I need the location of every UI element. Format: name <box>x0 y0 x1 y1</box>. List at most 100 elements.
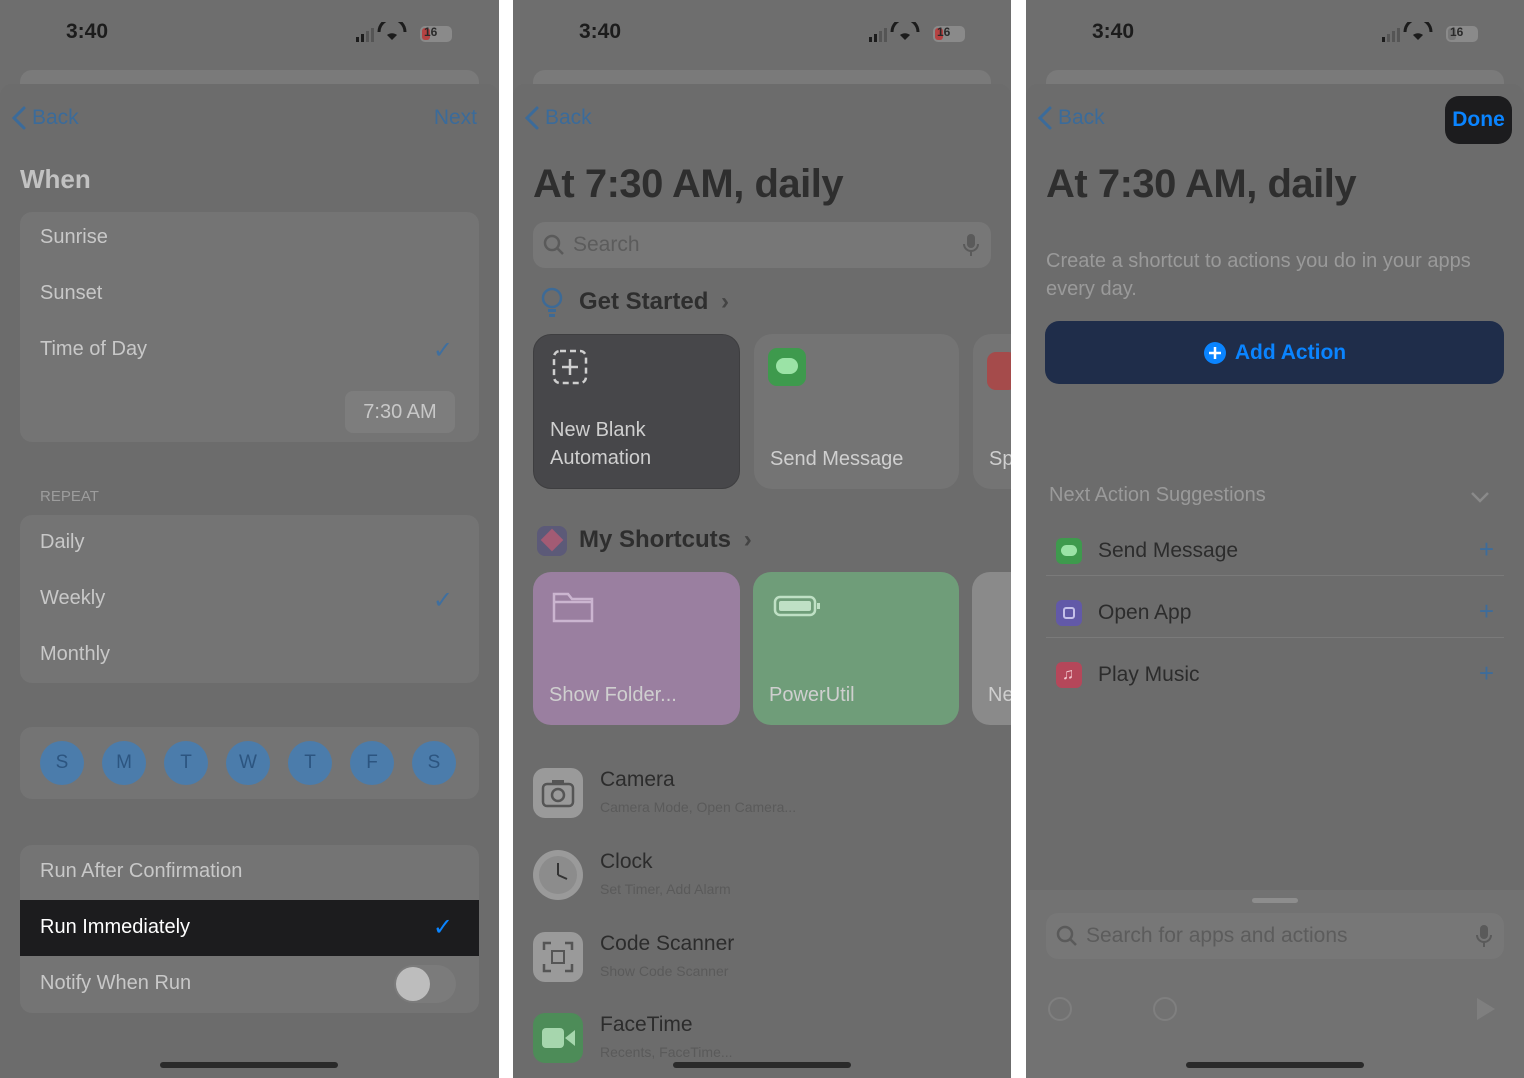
day-thursday[interactable]: T <box>288 741 332 785</box>
status-time: 3:40 <box>579 20 622 43</box>
next-shortcut-card[interactable]: Ne <box>972 572 1011 725</box>
section-title: When <box>20 164 91 194</box>
my-shortcuts-header[interactable]: My Shortcuts › <box>579 526 752 554</box>
plus-icon[interactable]: + <box>1479 658 1494 689</box>
status-icons <box>1382 22 1478 42</box>
battery-level: 16 <box>937 25 951 39</box>
back-label: Back <box>32 106 79 129</box>
suggestion-label: Send Message <box>1098 539 1239 562</box>
day-saturday[interactable]: S <box>412 741 456 785</box>
option-sunset[interactable]: Sunset <box>40 282 102 305</box>
app-clock[interactable]: Clock <box>600 850 653 874</box>
plus-icon[interactable]: + <box>1479 534 1494 565</box>
app-camera[interactable]: Camera <box>600 768 675 792</box>
description: Create a shortcut to actions you do in y… <box>1046 250 1471 300</box>
powerutil-shortcut[interactable]: PowerUtil <box>753 572 959 725</box>
facetime-icon <box>533 1013 583 1063</box>
home-indicator <box>673 1062 851 1068</box>
run-immediately[interactable]: Run Immediately <box>40 916 190 939</box>
card-label: Sp <box>989 448 1011 470</box>
run-after-confirmation[interactable]: Run After Confirmation <box>40 860 242 883</box>
status-icons <box>356 22 452 42</box>
automation-when-screen: 3:40 16 Back Next When Sunrise Sunset Ti… <box>0 0 499 1078</box>
speaker-icon <box>987 352 1011 390</box>
checkmark-icon: ✓ <box>432 914 453 941</box>
time-picker[interactable]: 7:30 AM <box>345 391 455 433</box>
app-facetime[interactable]: FaceTime <box>600 1013 693 1037</box>
back-button[interactable]: Back <box>525 106 592 130</box>
card-label: Ne <box>988 684 1011 706</box>
back-label: Back <box>545 106 592 129</box>
add-action-label: Add Action <box>1234 340 1347 364</box>
card-label: Show Folder... <box>549 684 677 706</box>
my-shortcuts-label: My Shortcuts <box>579 526 732 553</box>
option-sunrise[interactable]: Sunrise <box>40 226 108 249</box>
day-monday[interactable]: M <box>102 741 146 785</box>
chevron-left-icon <box>12 106 26 130</box>
chevron-right-icon: › <box>721 288 730 315</box>
redo-icon[interactable] <box>1151 995 1179 1023</box>
microphone-icon[interactable] <box>963 233 979 257</box>
app-code-scanner[interactable]: Code Scanner <box>600 932 734 956</box>
camera-icon <box>533 768 583 818</box>
next-button[interactable]: Next <box>434 106 477 130</box>
suggestion-send-message[interactable]: Send Message + <box>1046 526 1504 576</box>
app-code-scanner-sub: Show Code Scanner <box>600 963 729 979</box>
repeat-daily[interactable]: Daily <box>40 531 84 554</box>
microphone-icon[interactable] <box>1476 924 1492 948</box>
search-bar[interactable]: Search <box>533 222 991 268</box>
lightbulb-icon <box>541 287 563 317</box>
checkmark-icon: ✓ <box>432 587 453 614</box>
battery-level: 16 <box>424 25 438 39</box>
day-sunday[interactable]: S <box>40 741 84 785</box>
page-title: At 7:30 AM, daily <box>533 162 844 206</box>
app-camera-sub: Camera Mode, Open Camera... <box>600 799 797 815</box>
undo-icon[interactable] <box>1046 995 1074 1023</box>
suggestion-label: Play Music <box>1098 663 1200 686</box>
notify-toggle[interactable] <box>394 965 456 1003</box>
suggestion-play-music[interactable]: ♫ Play Music + <box>1046 650 1504 700</box>
chevron-down-icon[interactable] <box>1470 490 1490 504</box>
back-button[interactable]: Back <box>12 106 79 130</box>
speak-card[interactable]: Sp <box>973 334 1011 489</box>
action-search-bar[interactable]: Search for apps and actions <box>1046 913 1504 959</box>
done-button[interactable]: Done <box>1445 96 1512 144</box>
status-icons <box>869 22 965 42</box>
clock-icon <box>533 850 583 900</box>
battery-level: 16 <box>1450 25 1464 39</box>
day-wednesday[interactable]: W <box>226 741 270 785</box>
repeat-monthly[interactable]: Monthly <box>40 643 110 666</box>
add-square-icon <box>552 349 588 385</box>
suggestions-header: Next Action Suggestions <box>1049 484 1266 506</box>
day-tuesday[interactable]: T <box>164 741 208 785</box>
option-time-of-day[interactable]: Time of Day <box>40 338 147 361</box>
get-started-label: Get Started <box>579 288 709 315</box>
repeat-header: REPEAT <box>40 488 99 505</box>
drawer-grabber[interactable] <box>1252 898 1298 903</box>
messages-icon <box>1056 538 1082 564</box>
search-icon <box>543 234 564 255</box>
new-blank-automation-card[interactable]: New Blank Automation <box>533 334 740 489</box>
page-title: At 7:30 AM, daily <box>1046 162 1357 206</box>
plus-icon[interactable]: + <box>1479 596 1494 627</box>
show-folder-shortcut[interactable]: Show Folder... <box>533 572 740 725</box>
day-friday[interactable]: F <box>350 741 394 785</box>
battery-icon <box>773 595 820 617</box>
notify-when-run: Notify When Run <box>40 972 192 994</box>
back-button[interactable]: Back <box>1038 106 1105 130</box>
app-clock-sub: Set Timer, Add Alarm <box>600 881 731 897</box>
repeat-weekly[interactable]: Weekly <box>40 587 105 610</box>
card-label: New Blank Automation <box>550 419 652 469</box>
shortcuts-icon <box>537 526 567 556</box>
messages-icon <box>768 348 806 386</box>
suggestion-open-app[interactable]: Open App + <box>1046 588 1504 638</box>
automation-action-picker: 3:40 16 Back At 7:30 AM, daily Search Ge… <box>513 0 1011 1078</box>
card-label: Send Message <box>770 448 904 470</box>
play-icon[interactable] <box>1474 996 1498 1022</box>
get-started-header[interactable]: Get Started › <box>579 288 729 316</box>
send-message-card[interactable]: Send Message <box>754 334 959 489</box>
card-label: PowerUtil <box>769 684 855 706</box>
add-action-button[interactable]: Add Action <box>1045 321 1504 384</box>
search-placeholder: Search <box>573 233 640 256</box>
music-note-icon: ♫ <box>1056 662 1082 688</box>
